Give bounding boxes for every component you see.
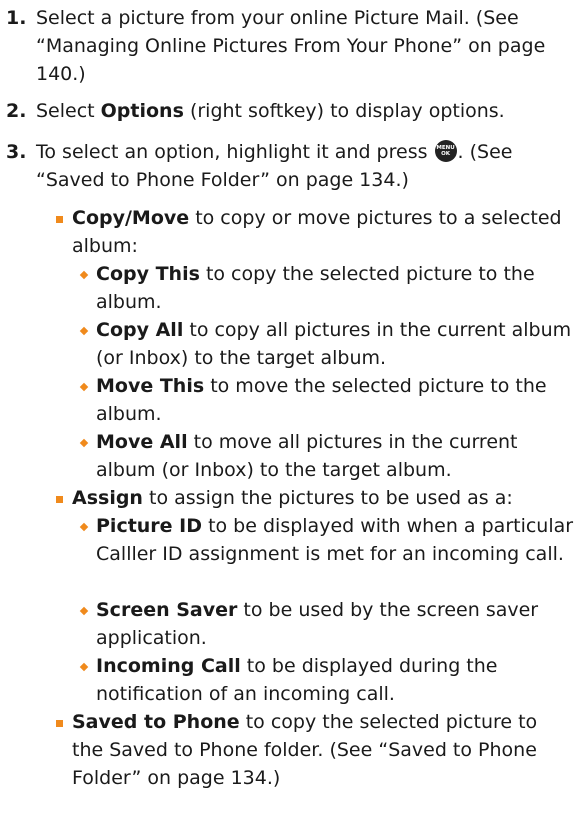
step-3: 3. To select an option, highlight it and…	[6, 138, 576, 194]
step-text: To select an option, highlight it and pr…	[36, 138, 576, 194]
square-bullet-icon	[56, 496, 63, 503]
step-text-post: (right softkey) to display options.	[183, 100, 505, 122]
option-term: Assign	[72, 487, 143, 509]
option-copy-move: Copy/Move to copy or move pictures to a …	[72, 204, 572, 260]
suboption-copy-all: Copy All to copy all pictures in the cur…	[96, 316, 580, 372]
suboption-incoming-call: Incoming Call to be displayed during the…	[96, 652, 540, 708]
suboption-term: Copy This	[96, 263, 200, 285]
suboption-move-all: Move All to move all pictures in the cur…	[96, 428, 566, 484]
step-2: 2. Select Options (right softkey) to dis…	[6, 97, 576, 125]
menu-ok-key-icon: MENU OK	[434, 140, 457, 162]
step-1: 1. Select a picture from your online Pic…	[6, 4, 576, 88]
step-text: Select Options (right softkey) to displa…	[36, 97, 576, 125]
suboption-term: Incoming Call	[96, 655, 241, 677]
option-saved-to-phone: Saved to Phone to copy the selected pict…	[72, 708, 574, 792]
diamond-bullet-icon	[79, 522, 89, 532]
options-term: Options	[100, 100, 184, 122]
ok-key-label: OK	[441, 151, 450, 157]
suboption-screen-saver: Screen Saver to be used by the screen sa…	[96, 596, 560, 652]
diamond-bullet-icon	[79, 606, 89, 616]
diamond-bullet-icon	[79, 270, 89, 280]
step-text-pre: Select	[36, 100, 101, 122]
diamond-bullet-icon	[79, 382, 89, 392]
diamond-bullet-icon	[79, 326, 89, 336]
suboption-term: Copy All	[96, 319, 184, 341]
suboption-term: Picture ID	[96, 515, 203, 537]
manual-page: 1. Select a picture from your online Pic…	[0, 0, 584, 828]
diamond-bullet-icon	[79, 662, 89, 672]
step-text-pre: To select an option, highlight it and pr…	[36, 141, 434, 163]
option-desc: to assign the pictures to be used as a:	[142, 487, 513, 509]
step-number: 3.	[6, 141, 27, 163]
option-term: Saved to Phone	[72, 711, 240, 733]
suboption-copy-this: Copy This to copy the selected picture t…	[96, 260, 544, 316]
diamond-bullet-icon	[79, 438, 89, 448]
suboption-picture-id: Picture ID to be displayed with when a p…	[96, 512, 582, 568]
step-text: Select a picture from your online Pictur…	[36, 7, 546, 85]
suboption-term: Screen Saver	[96, 599, 238, 621]
option-assign: Assign to assign the pictures to be used…	[72, 484, 572, 512]
option-term: Copy/Move	[72, 207, 190, 229]
suboption-move-this: Move This to move the selected picture t…	[96, 372, 564, 428]
square-bullet-icon	[56, 216, 63, 223]
step-number: 2.	[6, 100, 27, 122]
suboption-term: Move This	[96, 375, 205, 397]
step-number: 1.	[6, 7, 27, 29]
suboption-term: Move All	[96, 431, 188, 453]
square-bullet-icon	[56, 720, 63, 727]
